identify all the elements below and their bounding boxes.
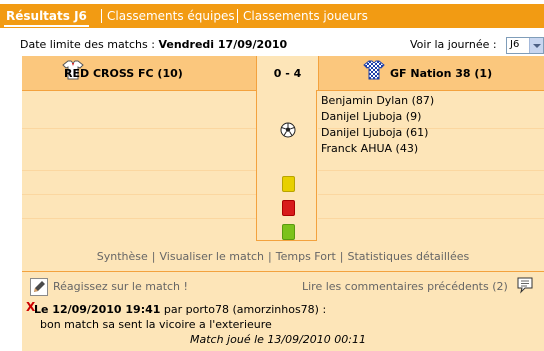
comment-bubble-icon[interactable] — [516, 276, 534, 294]
tab-classements-equipes[interactable]: Classements équipes — [107, 4, 235, 28]
red-card-icon — [282, 200, 295, 216]
match-played-date: Match joué le 13/09/2010 00:11 — [190, 333, 366, 346]
journee-selected: J6 — [510, 39, 520, 50]
home-team[interactable]: RED CROSS FC (10) — [64, 67, 183, 80]
read-comments-link[interactable]: Lire les commentaires précédents (2) — [302, 280, 508, 293]
tab-separator — [101, 9, 102, 23]
ball-icon — [280, 122, 296, 138]
divider — [22, 128, 256, 129]
comment-author-prefix: par — [163, 303, 183, 316]
match-panel: RED CROSS FC (10) 0 - 4 GF Nation 38 (1)… — [22, 56, 544, 351]
tab-resultats[interactable]: Résultats J6 — [4, 4, 89, 28]
deadline-label: Date limite des matchs : — [20, 38, 155, 51]
score-box: 0 - 4 — [256, 56, 319, 90]
tab-bar: Résultats J6 Classements équipes Classem… — [0, 0, 544, 32]
comment-author[interactable]: porto78 (amorzinhos78) : — [186, 303, 327, 316]
deadline: Date limite des matchs : Vendredi 17/09/… — [20, 38, 287, 51]
comment-header: Le 12/09/2010 19:41 par porto78 (amorzin… — [34, 303, 326, 316]
link-temps-fort[interactable]: Temps Fort — [276, 250, 336, 263]
away-team[interactable]: GF Nation 38 (1) — [390, 67, 492, 80]
tab-classements-joueurs[interactable]: Classements joueurs — [243, 4, 368, 28]
link-visualiser[interactable]: Visualiser le match — [160, 250, 265, 263]
divider — [22, 170, 256, 171]
jersey-away-icon — [363, 60, 385, 80]
match-links: Synthèse | Visualiser le match | Temps Fort |… — [96, 250, 470, 263]
pencil-icon[interactable] — [30, 278, 48, 296]
link-statistiques[interactable]: Statistiques détaillées — [348, 250, 470, 263]
away-scorers: Benjamin Dylan (87) Danijel Ljuboja (9) … — [321, 93, 434, 157]
divider — [22, 194, 256, 195]
scorer[interactable]: Franck AHUA (43) — [321, 141, 434, 157]
green-card-icon — [282, 224, 295, 240]
tab-separator — [237, 9, 238, 23]
comment-date: Le 12/09/2010 19:41 — [34, 303, 161, 316]
journee-select[interactable]: J6 — [506, 37, 544, 54]
link-synthese[interactable]: Synthèse — [97, 250, 148, 263]
scorer[interactable]: Benjamin Dylan (87) — [321, 93, 434, 109]
scorer[interactable]: Danijel Ljuboja (9) — [321, 109, 434, 125]
events-column — [256, 90, 317, 241]
react-link[interactable]: Réagissez sur le match ! — [53, 280, 188, 293]
chevron-down-icon[interactable] — [529, 38, 543, 53]
comment-text: bon match sa sent la vicoire a l'exterie… — [40, 318, 272, 331]
divider — [22, 218, 256, 219]
divider — [318, 218, 544, 219]
deadline-value: Vendredi 17/09/2010 — [158, 38, 288, 51]
journee-label: Voir la journée : — [410, 38, 497, 51]
yellow-card-icon — [282, 176, 295, 192]
match-header: RED CROSS FC (10) 0 - 4 GF Nation 38 (1) — [22, 56, 544, 91]
divider — [318, 194, 544, 195]
score: 0 - 4 — [273, 67, 302, 80]
divider — [22, 271, 544, 272]
divider — [318, 170, 544, 171]
scorer[interactable]: Danijel Ljuboja (61) — [321, 125, 434, 141]
